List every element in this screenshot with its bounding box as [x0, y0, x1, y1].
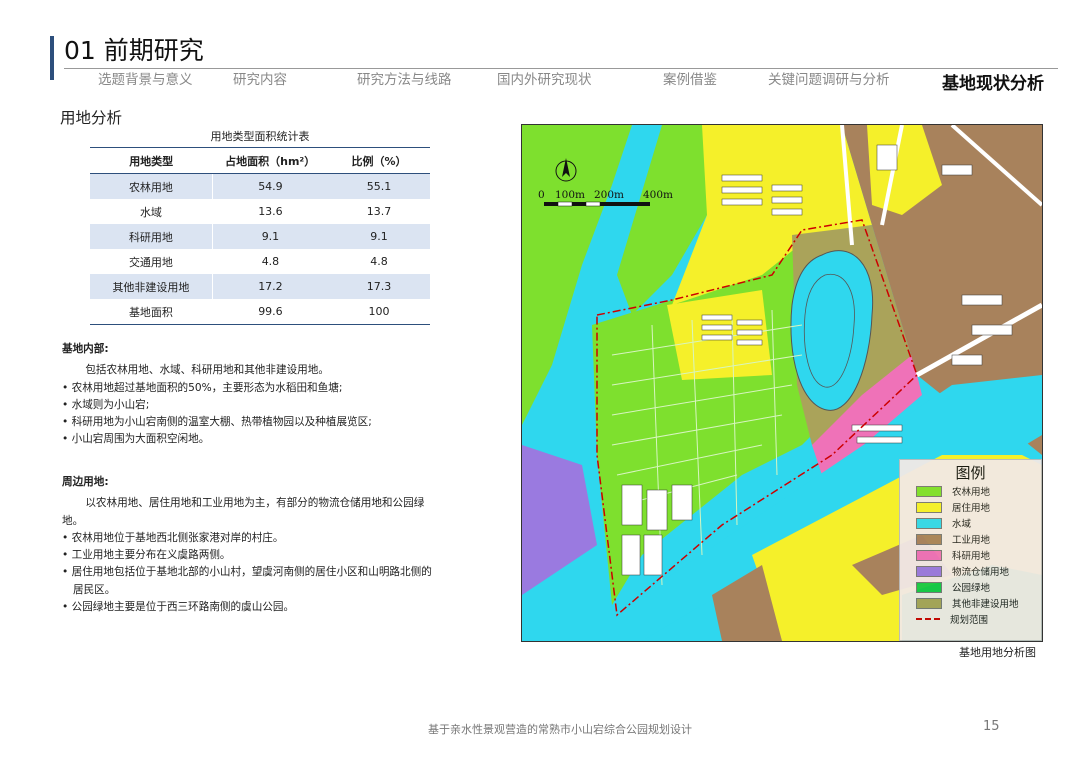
surrounding-description: 周边用地: 以农林用地、居住用地和工业用地为主，有部分的物流仓储用地和公园绿地。… [62, 474, 442, 616]
legend-label: 农林用地 [952, 487, 991, 498]
scale-label: 0 [538, 189, 545, 201]
cell-type: 基地面积 [90, 299, 213, 325]
legend-item-farmland: 农林用地 [916, 483, 1041, 499]
surrounding-bullet: • 工业用地主要分布在义虞路两侧。 [62, 549, 231, 562]
tab-site-analysis[interactable]: 基地现状分析 [942, 69, 1044, 94]
table-row: 科研用地 9.1 9.1 [90, 224, 430, 249]
legend-swatch [916, 517, 942, 529]
legend-title: 图例 [955, 464, 986, 482]
scale-label: 100m [555, 189, 585, 201]
legend-item-research: 科研用地 [916, 547, 1041, 563]
surrounding-heading: 周边用地: [62, 476, 109, 488]
internal-intro: 包括农林用地、水域、科研用地和其他非建设用地。 [85, 364, 329, 377]
cell-type: 交通用地 [90, 249, 213, 274]
legend-label: 工业用地 [952, 535, 991, 546]
legend-item-vacant: 其他非建设用地 [916, 595, 1041, 611]
title-accent-bar [50, 36, 54, 80]
table-row: 农林用地 54.9 55.1 [90, 173, 430, 199]
internal-bullet: • 水域则为小山宕; [62, 398, 150, 411]
map-legend: 图例 农林用地 居住用地 水域 工业用地 科研用地 物流仓储用地 公园绿地 其他… [899, 459, 1042, 641]
legend-swatch [916, 501, 942, 513]
cell-ratio: 100 [327, 299, 430, 325]
tab-research-status[interactable]: 国内外研究现状 [497, 68, 592, 88]
page-number: 15 [983, 719, 1000, 734]
page-title: 01 前期研究 [64, 36, 204, 65]
cell-area: 54.9 [212, 173, 328, 199]
tab-key-issues[interactable]: 关键问题调研与分析 [768, 68, 890, 88]
tab-background[interactable]: 选题背景与意义 [98, 68, 193, 88]
surrounding-bullet: • 公园绿地主要是位于西三环路南侧的虞山公园。 [62, 601, 295, 614]
legend-swatch [916, 581, 942, 593]
col-header-area: 占地面积（hm²） [212, 147, 328, 174]
tab-case-study[interactable]: 案例借鉴 [663, 68, 717, 88]
table-row: 其他非建设用地 17.2 17.3 [90, 274, 430, 299]
internal-bullet: • 科研用地为小山宕南侧的温室大棚、热带植物园以及种植展览区; [62, 416, 372, 429]
legend-item-logistics: 物流仓储用地 [916, 563, 1041, 579]
legend-swatch [916, 565, 942, 577]
legend-swatch [916, 533, 942, 545]
legend-label: 居住用地 [952, 503, 991, 514]
legend-label: 规划范围 [950, 615, 989, 626]
cell-area: 13.6 [258, 205, 283, 218]
table-row: 基地面积 99.6 100 [90, 299, 430, 325]
land-use-table: 用地类型 占地面积（hm²） 比例（%） 农林用地 54.9 55.1 水域 1… [90, 147, 430, 325]
table-row: 水域 13.6 13.7 [90, 199, 430, 224]
cell-ratio: 55.1 [327, 173, 430, 199]
legend-item-park: 公园绿地 [916, 579, 1041, 595]
cell-ratio: 4.8 [370, 255, 388, 268]
cell-area: 9.1 [212, 224, 328, 249]
internal-description: 基地内部: 包括农林用地、水域、科研用地和其他非建设用地。 • 农林用地超过基地… [62, 341, 462, 449]
tab-research-content[interactable]: 研究内容 [233, 68, 287, 88]
legend-label: 水域 [952, 519, 972, 530]
cell-ratio: 13.7 [366, 205, 392, 218]
footer-title: 基于亲水性景观营造的常熟市小山宕综合公园规划设计 [428, 723, 692, 736]
col-header-ratio: 比例（%） [327, 147, 430, 174]
internal-bullet: • 小山宕周围为大面积空闲地。 [62, 433, 210, 446]
cell-area: 99.6 [212, 299, 328, 325]
cell-area: 4.8 [261, 255, 280, 268]
col-header-type: 用地类型 [90, 147, 213, 174]
legend-swatch [916, 618, 940, 620]
cell-area: 17.2 [212, 274, 328, 299]
table-caption: 用地类型面积统计表 [210, 130, 310, 143]
scale-label: 400m [643, 189, 673, 201]
legend-label: 科研用地 [952, 551, 991, 562]
cell-ratio: 17.3 [327, 274, 430, 299]
legend-item-industrial: 工业用地 [916, 531, 1041, 547]
internal-heading: 基地内部: [62, 343, 109, 355]
cell-type: 科研用地 [90, 224, 213, 249]
legend-item-boundary: 规划范围 [916, 611, 1041, 627]
scale-label: 200m [594, 189, 624, 201]
cell-type: 水域 [90, 199, 213, 224]
section-subtitle: 用地分析 [60, 109, 123, 127]
logistics-area [522, 445, 597, 595]
tab-research-method[interactable]: 研究方法与线路 [357, 68, 452, 88]
legend-label: 公园绿地 [952, 583, 991, 594]
internal-bullet: • 农林用地超过基地面积的50%，主要形态为水稻田和鱼塘; [62, 381, 343, 394]
surrounding-intro: 以农林用地、居住用地和工业用地为主，有部分的物流仓储用地和公园绿地。 [62, 497, 425, 527]
legend-swatch [916, 597, 942, 609]
legend-swatch [916, 485, 942, 497]
legend-label: 其他非建设用地 [952, 599, 1019, 610]
legend-item-residential: 居住用地 [916, 499, 1041, 515]
surrounding-bullet: • 居住用地包括位于基地北部的小山村，望虞河南侧的居住小区和山明路北侧的居民区。 [62, 566, 432, 596]
cell-ratio: 9.1 [327, 224, 430, 249]
map-caption: 基地用地分析图 [959, 646, 1036, 659]
table-header-row: 用地类型 占地面积（hm²） 比例（%） [90, 147, 430, 174]
table-row: 交通用地 4.8 4.8 [90, 249, 430, 274]
cell-type: 农林用地 [90, 173, 213, 199]
legend-swatch [916, 549, 942, 561]
surrounding-bullet: • 农林用地位于基地西北侧张家港对岸的村庄。 [62, 531, 284, 544]
cell-type: 其他非建设用地 [90, 274, 213, 299]
legend-item-water: 水域 [916, 515, 1041, 531]
legend-label: 物流仓储用地 [952, 567, 1010, 578]
